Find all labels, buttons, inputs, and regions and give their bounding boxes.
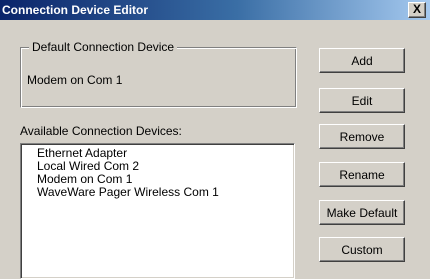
add-button[interactable]: Add xyxy=(319,48,405,73)
make-default-button[interactable]: Make Default xyxy=(319,200,405,225)
available-devices-label: Available Connection Devices: xyxy=(20,124,182,138)
rename-button[interactable]: Rename xyxy=(319,162,405,187)
close-button[interactable]: X xyxy=(408,2,426,18)
connection-device-editor-dialog: Connection Device Editor X Default Conne… xyxy=(0,0,430,279)
title-bar[interactable]: Connection Device Editor X xyxy=(0,0,430,20)
default-device-value: Modem on Com 1 xyxy=(27,73,123,87)
edit-button[interactable]: Edit xyxy=(319,88,405,113)
available-devices-listbox[interactable]: Ethernet Adapter Local Wired Com 2 Modem… xyxy=(20,143,295,279)
close-icon: X xyxy=(412,2,421,16)
custom-button[interactable]: Custom xyxy=(319,237,405,262)
list-item[interactable]: WaveWare Pager Wireless Com 1 xyxy=(37,186,219,199)
default-device-group-label: Default Connection Device xyxy=(29,40,178,54)
window-title: Connection Device Editor xyxy=(2,3,149,17)
remove-button[interactable]: Remove xyxy=(319,124,405,149)
